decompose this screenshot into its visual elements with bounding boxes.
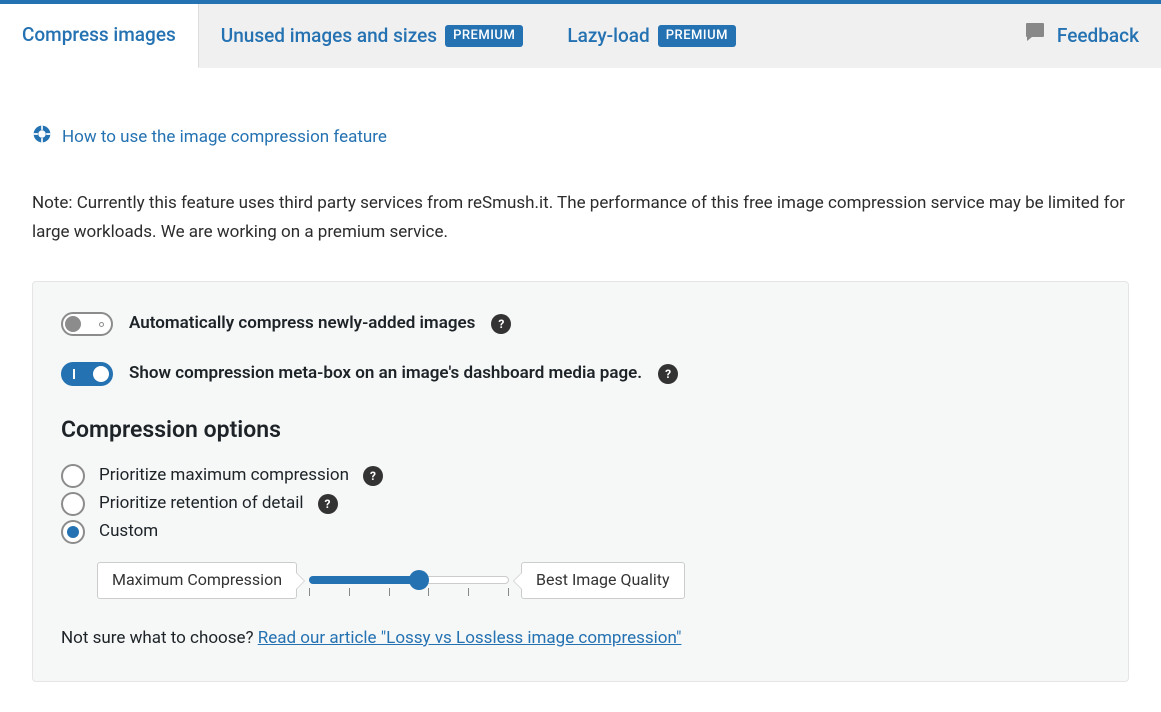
radio-custom[interactable]: [61, 520, 85, 544]
lifebuoy-icon: [32, 124, 52, 152]
speech-bubble-icon: [1023, 20, 1047, 52]
footer-text: Not sure what to choose?: [61, 628, 258, 648]
tab-unused-images[interactable]: Unused images and sizes PREMIUM: [199, 5, 546, 68]
premium-badge: PREMIUM: [658, 25, 736, 47]
premium-badge: PREMIUM: [445, 25, 523, 47]
radio-row-max-compression: Prioritize maximum compression ?: [61, 464, 1100, 488]
toggle-row-auto-compress: Automatically compress newly-added image…: [61, 312, 1100, 336]
tab-label: Unused images and sizes: [221, 23, 437, 50]
radio-row-retain-detail: Prioritize retention of detail ?: [61, 492, 1100, 516]
radio-retain-detail[interactable]: [61, 492, 85, 516]
settings-panel: Automatically compress newly-added image…: [32, 281, 1129, 681]
footer-note: Not sure what to choose? Read our articl…: [61, 627, 1100, 651]
radio-max-compression[interactable]: [61, 464, 85, 488]
help-icon[interactable]: ?: [658, 364, 678, 384]
help-icon[interactable]: ?: [318, 494, 338, 514]
how-to-link[interactable]: How to use the image compression feature: [32, 124, 1129, 152]
toggle-label: Automatically compress newly-added image…: [129, 312, 475, 336]
radio-label: Prioritize retention of detail: [99, 492, 304, 516]
help-icon[interactable]: ?: [491, 314, 511, 334]
feedback-label: Feedback: [1057, 23, 1139, 50]
footer-link[interactable]: Read our article "Lossy vs Lossless imag…: [258, 628, 682, 648]
slider-thumb[interactable]: [409, 570, 429, 590]
slider-label-right: Best Image Quality: [521, 562, 685, 598]
note-text: Note: Currently this feature uses third …: [32, 189, 1129, 247]
radio-label: Prioritize maximum compression: [99, 464, 349, 488]
tab-compress-images[interactable]: Compress images: [0, 4, 199, 68]
tab-label: Lazy-load: [567, 23, 649, 50]
toggle-auto-compress[interactable]: [61, 312, 113, 336]
toggle-row-meta-box: Show compression meta-box on an image's …: [61, 362, 1100, 386]
how-to-label: How to use the image compression feature: [62, 126, 387, 150]
compression-options-heading: Compression options: [61, 414, 1100, 446]
help-icon[interactable]: ?: [363, 466, 383, 486]
tab-bar: Compress images Unused images and sizes …: [0, 0, 1161, 68]
feedback-link[interactable]: Feedback: [1023, 20, 1161, 52]
compression-slider[interactable]: [309, 566, 509, 596]
radio-label: Custom: [99, 520, 158, 544]
tab-content: How to use the image compression feature…: [0, 68, 1161, 712]
slider-row: Maximum Compression Best Image Quality: [97, 562, 1100, 598]
radio-row-custom: Custom: [61, 520, 1100, 544]
slider-label-left: Maximum Compression: [97, 562, 297, 598]
toggle-meta-box[interactable]: [61, 362, 113, 386]
toggle-label: Show compression meta-box on an image's …: [129, 362, 642, 386]
tab-label: Compress images: [22, 22, 176, 49]
page-wrap: Compress images Unused images and sizes …: [0, 0, 1161, 712]
tab-lazy-load[interactable]: Lazy-load PREMIUM: [545, 5, 758, 68]
